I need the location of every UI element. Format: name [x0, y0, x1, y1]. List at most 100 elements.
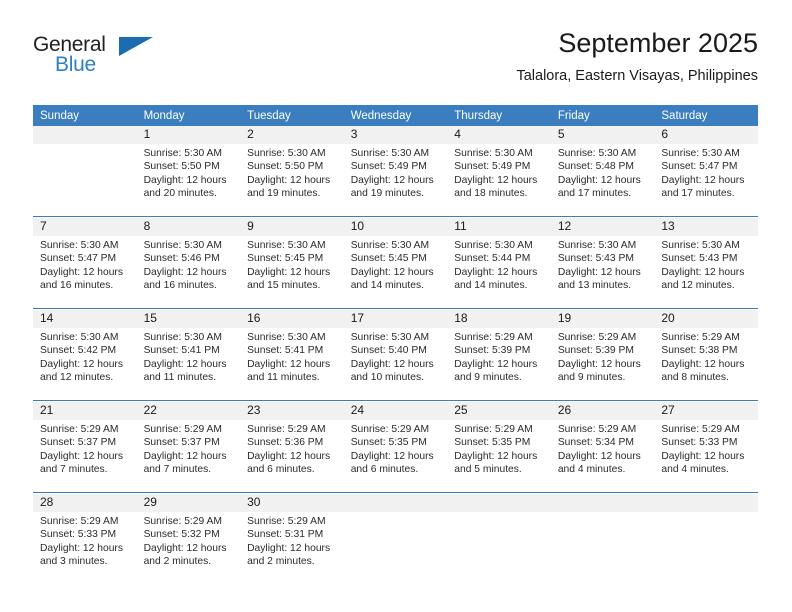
title-block: September 2025 Talalora, Eastern Visayas… [516, 26, 758, 87]
day-cell-content: 12 Sunrise: 5:30 AM Sunset: 5:43 PM Dayligh… [550, 218, 655, 308]
info-line-daylight-line1: Daylight: 12 hours [247, 266, 331, 278]
day-sun-info: Sunrise: 5:30 AM Sunset: 5:43 PM Daylight:… [551, 236, 655, 292]
day-number [447, 494, 551, 512]
day-cell-content: 3 Sunrise: 5:30 AM Sunset: 5:49 PM Daylight… [343, 126, 448, 216]
calendar-day-cell[interactable]: 2 Sunrise: 5:30 AM Sunset: 5:50 PM Daylight… [240, 126, 344, 217]
info-line-sunrise: Sunrise: 5:30 AM [557, 240, 637, 251]
calendar-day-cell[interactable]: 3 Sunrise: 5:30 AM Sunset: 5:49 PM Daylight… [343, 126, 448, 217]
calendar-empty-cell [447, 494, 551, 584]
day-sun-info: Sunrise: 5:29 AM Sunset: 5:35 PM Daylight:… [447, 420, 551, 476]
day-sun-info: Sunrise: 5:29 AM Sunset: 5:37 PM Daylight:… [33, 420, 137, 476]
day-sun-info: Sunrise: 5:30 AM Sunset: 5:43 PM Daylight:… [654, 236, 758, 292]
calendar-day-cell[interactable]: 7 Sunrise: 5:30 AM Sunset: 5:47 PM Daylight… [33, 218, 137, 309]
day-number: 4 [447, 126, 551, 144]
day-number: 15 [136, 310, 241, 328]
calendar-day-cell[interactable]: 25 Sunrise: 5:29 AM Sunset: 5:35 PM Dayligh… [447, 402, 551, 493]
calendar-day-cell[interactable]: 13 Sunrise: 5:30 AM Sunset: 5:43 PM Dayligh… [654, 218, 758, 309]
info-line-sunrise: Sunrise: 5:30 AM [454, 240, 533, 251]
calendar-day-cell[interactable]: 5 Sunrise: 5:30 AM Sunset: 5:48 PM Daylight… [550, 126, 655, 217]
weekday-header-saturday: Saturday [654, 105, 758, 126]
info-line-sunset: Sunset: 5:39 PM [454, 345, 531, 357]
day-sun-info: Sunrise: 5:30 AM Sunset: 5:46 PM Daylight:… [137, 236, 241, 292]
day-cell-content [447, 494, 551, 584]
calendar-day-cell[interactable]: 26 Sunrise: 5:29 AM Sunset: 5:34 PM Dayligh… [550, 402, 655, 493]
calendar-day-cell[interactable]: 10 Sunrise: 5:30 AM Sunset: 5:45 PM Dayligh… [343, 218, 448, 309]
day-cell-content: 16 Sunrise: 5:30 AM Sunset: 5:41 PM Dayligh… [240, 310, 344, 400]
info-line-sunset: Sunset: 5:48 PM [557, 161, 634, 173]
info-line-sunrise: Sunrise: 5:30 AM [247, 148, 326, 159]
info-line-daylight-line2: and 12 minutes. [40, 371, 114, 383]
calendar-week-row: 14 Sunrise: 5:30 AM Sunset: 5:42 PM Dayligh… [33, 310, 758, 401]
calendar-day-cell[interactable]: 18 Sunrise: 5:29 AM Sunset: 5:39 PM Dayligh… [447, 310, 551, 401]
info-line-daylight-line2: and 20 minutes. [143, 187, 217, 199]
info-line-daylight-line2: and 12 minutes. [661, 279, 735, 291]
day-number: 8 [136, 218, 241, 236]
calendar-day-cell[interactable]: 16 Sunrise: 5:30 AM Sunset: 5:41 PM Dayligh… [240, 310, 344, 401]
day-number: 26 [550, 402, 655, 420]
day-sun-info: Sunrise: 5:29 AM Sunset: 5:33 PM Daylight:… [654, 420, 758, 476]
weekday-header-friday: Friday [550, 105, 655, 126]
info-line-daylight-line1: Daylight: 12 hours [143, 266, 227, 278]
calendar-day-cell[interactable]: 20 Sunrise: 5:29 AM Sunset: 5:38 PM Dayligh… [654, 310, 758, 401]
calendar-day-cell[interactable]: 14 Sunrise: 5:30 AM Sunset: 5:42 PM Dayligh… [33, 310, 137, 401]
calendar-day-cell[interactable]: 4 Sunrise: 5:30 AM Sunset: 5:49 PM Daylight… [447, 126, 551, 217]
calendar-day-cell[interactable]: 27 Sunrise: 5:29 AM Sunset: 5:33 PM Dayligh… [654, 402, 758, 493]
info-line-daylight-line2: and 6 minutes. [247, 463, 315, 475]
day-cell-content: 20 Sunrise: 5:29 AM Sunset: 5:38 PM Dayligh… [654, 310, 758, 400]
calendar-day-cell[interactable]: 1 Sunrise: 5:30 AM Sunset: 5:50 PM Daylight… [136, 126, 241, 217]
calendar-day-cell[interactable]: 22 Sunrise: 5:29 AM Sunset: 5:37 PM Dayligh… [136, 402, 241, 493]
day-cell-content: 25 Sunrise: 5:29 AM Sunset: 5:35 PM Dayligh… [447, 402, 551, 492]
calendar-day-cell[interactable]: 11 Sunrise: 5:30 AM Sunset: 5:44 PM Dayligh… [447, 218, 551, 309]
info-line-daylight-line2: and 7 minutes. [143, 463, 212, 475]
day-cell-content: 19 Sunrise: 5:29 AM Sunset: 5:39 PM Dayligh… [550, 310, 655, 400]
info-line-daylight-line2: and 6 minutes. [350, 463, 419, 475]
general-blue-logo[interactable]: General Blue [33, 34, 173, 86]
calendar-day-cell[interactable]: 24 Sunrise: 5:29 AM Sunset: 5:35 PM Dayligh… [343, 402, 448, 493]
calendar-day-cell[interactable]: 17 Sunrise: 5:30 AM Sunset: 5:40 PM Dayligh… [343, 310, 448, 401]
day-number: 17 [343, 310, 448, 328]
day-cell-content: 6 Sunrise: 5:30 AM Sunset: 5:47 PM Daylight… [654, 126, 758, 216]
calendar-day-cell[interactable]: 23 Sunrise: 5:29 AM Sunset: 5:36 PM Dayligh… [240, 402, 344, 493]
info-line-daylight-line1: Daylight: 12 hours [454, 174, 538, 186]
calendar-day-cell[interactable]: 8 Sunrise: 5:30 AM Sunset: 5:46 PM Daylight… [136, 218, 241, 309]
calendar-empty-cell [33, 126, 137, 217]
day-number [33, 126, 137, 144]
calendar-day-cell[interactable]: 29 Sunrise: 5:29 AM Sunset: 5:32 PM Dayligh… [136, 494, 241, 584]
calendar-day-cell[interactable]: 28 Sunrise: 5:29 AM Sunset: 5:33 PM Dayligh… [33, 494, 137, 584]
calendar-day-cell[interactable]: 19 Sunrise: 5:29 AM Sunset: 5:39 PM Dayligh… [550, 310, 655, 401]
info-line-daylight-line1: Daylight: 12 hours [143, 450, 227, 462]
calendar-day-cell[interactable]: 12 Sunrise: 5:30 AM Sunset: 5:43 PM Dayligh… [550, 218, 655, 309]
info-line-sunrise: Sunrise: 5:30 AM [350, 332, 430, 343]
day-number: 5 [550, 126, 655, 144]
info-line-daylight-line1: Daylight: 12 hours [143, 174, 227, 186]
day-cell-content: 5 Sunrise: 5:30 AM Sunset: 5:48 PM Daylight… [550, 126, 655, 216]
info-line-sunrise: Sunrise: 5:30 AM [247, 240, 326, 251]
calendar-day-cell[interactable]: 6 Sunrise: 5:30 AM Sunset: 5:47 PM Daylight… [654, 126, 758, 217]
calendar-day-cell[interactable]: 21 Sunrise: 5:29 AM Sunset: 5:37 PM Dayligh… [33, 402, 137, 493]
info-line-sunrise: Sunrise: 5:30 AM [40, 332, 119, 343]
info-line-sunset: Sunset: 5:43 PM [557, 253, 634, 265]
calendar-week-row: 28 Sunrise: 5:29 AM Sunset: 5:33 PM Dayligh… [33, 494, 758, 584]
info-line-sunrise: Sunrise: 5:29 AM [661, 332, 740, 343]
weekday-header-sunday: Sunday [33, 105, 137, 126]
info-line-sunset: Sunset: 5:45 PM [350, 253, 427, 265]
calendar-empty-cell [550, 494, 655, 584]
calendar-day-cell[interactable]: 9 Sunrise: 5:30 AM Sunset: 5:45 PM Daylight… [240, 218, 344, 309]
day-number: 13 [654, 218, 758, 236]
info-line-sunrise: Sunrise: 5:29 AM [350, 424, 430, 435]
info-line-daylight-line1: Daylight: 12 hours [143, 542, 227, 554]
info-line-sunset: Sunset: 5:39 PM [557, 345, 634, 357]
day-sun-info: Sunrise: 5:29 AM Sunset: 5:34 PM Daylight:… [551, 420, 655, 476]
info-line-daylight-line2: and 14 minutes. [454, 279, 528, 291]
day-sun-info: Sunrise: 5:29 AM Sunset: 5:32 PM Daylight:… [137, 512, 241, 568]
info-line-daylight-line1: Daylight: 12 hours [454, 358, 538, 370]
day-sun-info: Sunrise: 5:30 AM Sunset: 5:49 PM Daylight:… [447, 144, 551, 200]
calendar-day-cell[interactable]: 15 Sunrise: 5:30 AM Sunset: 5:41 PM Dayligh… [136, 310, 241, 401]
calendar-day-cell[interactable]: 30 Sunrise: 5:29 AM Sunset: 5:31 PM Dayligh… [240, 494, 344, 584]
day-cell-content: 29 Sunrise: 5:29 AM Sunset: 5:32 PM Dayligh… [136, 494, 241, 584]
info-line-sunset: Sunset: 5:41 PM [247, 345, 324, 357]
logo-text-blue: Blue [55, 53, 96, 76]
day-sun-info: Sunrise: 5:30 AM Sunset: 5:49 PM Daylight:… [344, 144, 448, 200]
info-line-daylight-line2: and 19 minutes. [247, 187, 321, 199]
info-line-sunrise: Sunrise: 5:29 AM [40, 424, 119, 435]
